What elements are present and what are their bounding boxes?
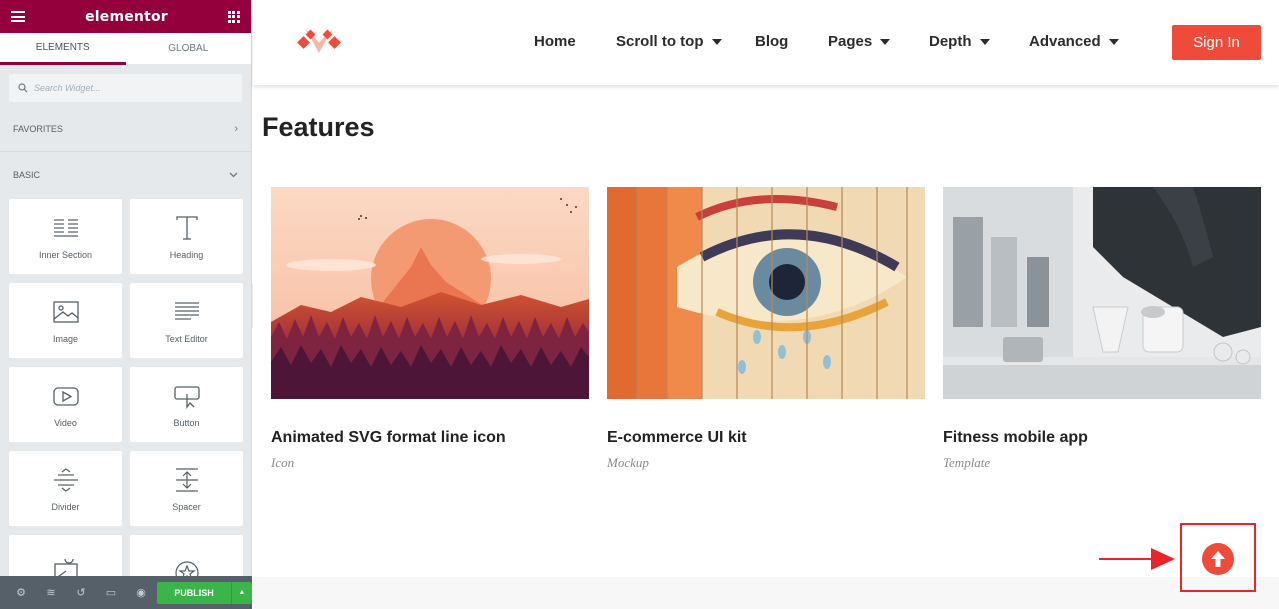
widget-spacer[interactable]: Spacer <box>130 451 243 526</box>
widget-label: Button <box>173 417 200 428</box>
widget-label: Image <box>52 333 78 344</box>
widget-label: Spacer <box>172 501 201 512</box>
scroll-to-top-button[interactable] <box>1202 543 1234 575</box>
navigator-layers-icon[interactable]: ≋ <box>36 576 66 609</box>
arrow-up-icon <box>1211 551 1225 567</box>
tab-global[interactable]: GLOBAL <box>125 33 251 65</box>
app: elementor ELEMENTS GLOBAL FAVORITES › BA… <box>0 0 1279 609</box>
editor-tabs: ELEMENTS GLOBAL <box>0 33 251 65</box>
category-basic[interactable]: BASIC <box>0 152 251 198</box>
widget-label: Divider <box>51 501 80 512</box>
caret-down-icon <box>979 38 990 45</box>
editor-logo: elementor <box>85 8 168 25</box>
feature-card[interactable]: E-commerce UI kit Mockup <box>607 187 925 470</box>
hamburger-menu-icon[interactable] <box>11 11 25 22</box>
history-icon[interactable]: ↺ <box>66 576 96 609</box>
sign-in-button[interactable]: Sign In <box>1172 25 1261 60</box>
site-preview: Home Scroll to top Blog Pages Depth Adva… <box>253 0 1279 609</box>
apps-grid-icon[interactable] <box>227 10 240 23</box>
settings-gear-icon[interactable]: ⚙ <box>6 576 36 609</box>
nav-home[interactable]: Home <box>534 33 576 50</box>
site-header: Home Scroll to top Blog Pages Depth Adva… <box>253 0 1279 85</box>
nav-advanced-label: Advanced <box>1029 33 1101 50</box>
caret-down-icon <box>1108 38 1119 45</box>
widget-label: Heading <box>169 249 204 260</box>
barista-pour-over-coffee <box>943 187 1261 399</box>
widget-heading[interactable]: Heading <box>130 199 243 274</box>
nav-home-label: Home <box>534 33 576 50</box>
divider-icon <box>53 467 78 492</box>
spacer-icon <box>175 467 198 492</box>
nav-scroll-to-top[interactable]: Scroll to top <box>616 33 722 50</box>
widget-label: Inner Section <box>38 249 93 260</box>
widget-label: Video <box>54 417 77 428</box>
text-editor-icon <box>174 301 199 320</box>
chevron-right-icon: › <box>234 122 238 135</box>
card-title[interactable]: E-commerce UI kit <box>607 429 747 447</box>
nav-pages-label: Pages <box>828 33 873 50</box>
card-title[interactable]: Fitness mobile app <box>943 429 1088 447</box>
widget-button[interactable]: Button <box>130 367 243 442</box>
widget-label: Text Editor <box>165 333 208 344</box>
site-logo[interactable] <box>295 29 343 55</box>
category-favorites-label: FAVORITES <box>13 123 63 134</box>
card-category: Icon <box>271 455 295 470</box>
editor-header: elementor <box>0 0 251 33</box>
card-title[interactable]: Animated SVG format line icon <box>271 429 506 447</box>
publish-options-caret-icon[interactable]: ▲ <box>231 581 252 604</box>
nav-depth-label: Depth <box>929 33 972 50</box>
widget-grid: Inner Section Heading Image Text Editor … <box>0 199 251 609</box>
category-favorites[interactable]: FAVORITES › <box>0 106 251 152</box>
card-category: Template <box>943 455 991 470</box>
feature-card[interactable]: Fitness mobile app Template <box>943 187 1261 470</box>
preview-eye-icon[interactable]: ◉ <box>126 576 156 609</box>
search-icon <box>18 83 28 93</box>
button-icon <box>173 385 200 409</box>
card-category: Mockup <box>607 455 649 470</box>
nav-advanced[interactable]: Advanced <box>1029 33 1119 50</box>
caret-down-icon <box>711 38 722 45</box>
widget-image[interactable]: Image <box>9 283 122 358</box>
widget-search-box <box>9 74 242 102</box>
nav-depth[interactable]: Depth <box>929 33 990 50</box>
publish-button[interactable]: PUBLISH <box>157 581 231 604</box>
nav-pages[interactable]: Pages <box>828 33 891 50</box>
nav-blog-label: Blog <box>755 33 789 50</box>
responsive-mode-icon[interactable]: ▭ <box>96 576 126 609</box>
painted-wood-eye-mural <box>607 187 925 399</box>
nav-scroll-to-top-label: Scroll to top <box>616 33 704 50</box>
chevron-down-icon <box>229 172 238 178</box>
feature-card[interactable]: Animated SVG format line icon Icon <box>271 187 589 470</box>
annotation-arrow-icon <box>1099 548 1175 570</box>
category-basic-label: BASIC <box>13 170 41 180</box>
editor-footer: ⚙ ≋ ↺ ▭ ◉ PUBLISH ▲ <box>0 576 252 609</box>
nav-blog[interactable]: Blog <box>755 33 788 50</box>
widget-divider[interactable]: Divider <box>9 451 122 526</box>
widget-video[interactable]: Video <box>9 367 122 442</box>
editor-panel: elementor ELEMENTS GLOBAL FAVORITES › BA… <box>0 0 252 609</box>
widget-search-input[interactable] <box>34 83 234 93</box>
caret-down-icon <box>880 38 891 45</box>
widget-text-editor[interactable]: Text Editor <box>130 283 243 358</box>
tab-elements[interactable]: ELEMENTS <box>0 33 126 65</box>
mountain-sunset-illustration <box>271 187 589 399</box>
image-icon <box>52 300 79 323</box>
widget-inner-section[interactable]: Inner Section <box>9 199 122 274</box>
inner-section-icon <box>53 218 78 237</box>
footer-band <box>253 577 1279 609</box>
heading-icon <box>175 215 198 240</box>
video-icon <box>52 386 79 406</box>
section-title: Features <box>262 112 375 142</box>
